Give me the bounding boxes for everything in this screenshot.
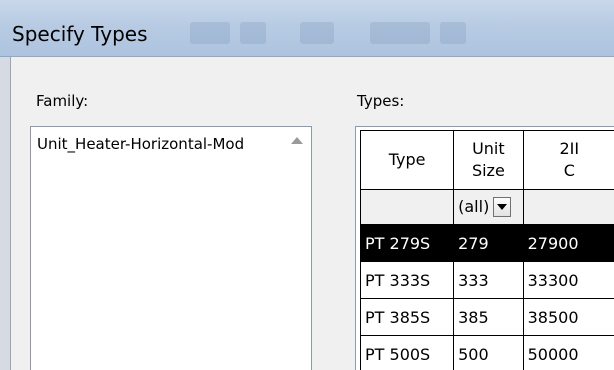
column-header-col3[interactable]: 2IIC (523, 131, 614, 190)
family-label: Family: (36, 92, 88, 110)
toolbar-ghost-icon (240, 22, 266, 44)
col3-cell[interactable]: 27900 (523, 225, 614, 262)
scroll-up-arrow-icon[interactable] (291, 137, 303, 144)
table-row[interactable]: PT 385S 385 38500 (361, 299, 614, 336)
col3-cell[interactable]: 38500 (523, 299, 614, 336)
types-label: Types: (357, 92, 404, 110)
table-row[interactable]: PT 500S 500 50000 (361, 336, 614, 370)
types-grid[interactable]: Type UnitSize 2IIC (all) PT 279S 279 279… (355, 126, 614, 370)
filter-row: (all) (361, 190, 614, 225)
column-header-type[interactable]: Type (361, 131, 454, 190)
unit-size-cell[interactable]: 279 (454, 225, 524, 262)
col3-cell[interactable]: 50000 (523, 336, 614, 370)
type-cell[interactable]: PT 385S (361, 299, 454, 336)
dropdown-arrow-icon[interactable] (493, 197, 511, 217)
toolbar-ghost-icon (370, 22, 430, 44)
type-cell[interactable]: PT 333S (361, 262, 454, 299)
column-header-unit-size[interactable]: UnitSize (454, 131, 524, 190)
types-table: Type UnitSize 2IIC (all) PT 279S 279 279… (360, 130, 614, 370)
title-bar[interactable]: Specify Types (0, 0, 614, 57)
unit-size-filter[interactable]: (all) (454, 190, 524, 225)
toolbar-ghost-icon (440, 22, 466, 44)
toolbar-ghost-icon (300, 22, 334, 44)
filter-cell-col3 (523, 190, 614, 225)
col3-cell[interactable]: 33300 (523, 262, 614, 299)
table-header-row: Type UnitSize 2IIC (361, 131, 614, 190)
type-cell[interactable]: PT 500S (361, 336, 454, 370)
filter-cell-type (361, 190, 454, 225)
toolbar-ghost-icon (190, 22, 230, 44)
type-cell[interactable]: PT 279S (361, 225, 454, 262)
family-list-item[interactable]: Unit_Heater-Horizontal-Mod (37, 135, 244, 153)
unit-size-cell[interactable]: 500 (454, 336, 524, 370)
unit-size-cell[interactable]: 385 (454, 299, 524, 336)
table-row[interactable]: PT 279S 279 27900 (361, 225, 614, 262)
unit-size-filter-value: (all) (458, 197, 489, 216)
table-row[interactable]: PT 333S 333 33300 (361, 262, 614, 299)
unit-size-cell[interactable]: 333 (454, 262, 524, 299)
window-title: Specify Types (12, 22, 148, 46)
family-list[interactable]: Unit_Heater-Horizontal-Mod (30, 126, 312, 370)
